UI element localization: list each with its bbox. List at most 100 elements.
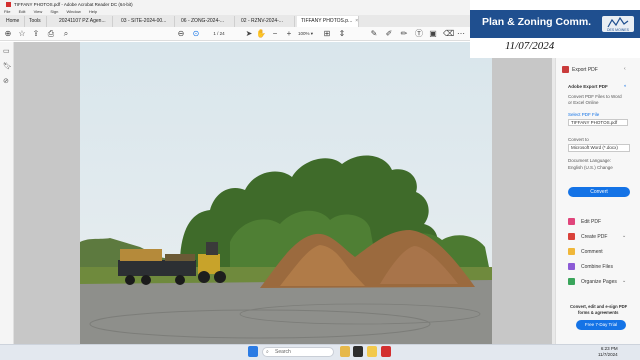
tab-zong[interactable]: 06 - ZONG-2024-... xyxy=(177,16,235,27)
window-titlebar: TIFFANY PHOTOS.pdf - Adobe Acrobat Reade… xyxy=(0,0,470,9)
menu-window[interactable]: Window xyxy=(66,9,80,14)
tool-edit-pdf[interactable]: Edit PDF xyxy=(581,219,601,225)
stamp-icon[interactable]: ▣ xyxy=(428,29,438,39)
convert-to-select[interactable]: Microsoft Word (*.docx) xyxy=(568,144,630,152)
chevron-down-icon[interactable]: ⌄ xyxy=(622,233,626,239)
tool-combine-files[interactable]: Combine Files xyxy=(581,264,613,270)
chevron-down-icon[interactable]: ⌄ xyxy=(622,278,626,284)
convert-to-label: Convert to xyxy=(568,137,589,142)
close-tab-icon[interactable]: × xyxy=(355,18,358,24)
zoom-select[interactable]: 100% ▾ xyxy=(298,30,320,38)
file-explorer-icon[interactable] xyxy=(367,346,377,357)
tab-label: Home xyxy=(6,18,20,24)
acrobat-taskbar-icon[interactable] xyxy=(381,346,391,357)
scroll-mode-icon[interactable]: ⇕ xyxy=(337,29,347,39)
next-page-icon[interactable]: ⊙ xyxy=(191,29,201,39)
taskbar-search[interactable]: ⌕ Search xyxy=(262,347,334,357)
zoom-out-icon[interactable]: − xyxy=(270,29,280,39)
comment-icon[interactable]: ✎ xyxy=(369,29,379,39)
language-value[interactable]: English (U.S.) Change xyxy=(568,165,613,170)
export-description-1: Convert PDF Files to Word xyxy=(568,94,622,99)
attachment-icon[interactable]: ⊘ xyxy=(3,77,9,85)
zoom-in-icon[interactable]: + xyxy=(284,29,294,39)
tab-tiffany-photos[interactable]: TIFFANY PHOTOS.p... × xyxy=(297,16,359,27)
tab-rznv[interactable]: 02 - RZNV-2024-... xyxy=(237,16,295,27)
fit-page-icon[interactable]: ⊞ xyxy=(322,29,332,39)
acrobat-icon xyxy=(6,1,11,7)
tab-site[interactable]: 03 - SITE-2024-00... xyxy=(117,16,175,27)
tab-label: 20241107 PZ Agen... xyxy=(59,18,106,24)
page-thumbnails-icon[interactable]: ▭ xyxy=(3,47,10,55)
create-icon[interactable]: ⊕ xyxy=(3,29,13,39)
create-pdf-icon xyxy=(568,233,575,240)
more-tools-icon[interactable]: ⋯ xyxy=(456,29,466,39)
print-icon[interactable]: ⎙ xyxy=(46,29,56,39)
system-clock[interactable]: 6:23 PM 11/7/2024 xyxy=(598,346,618,358)
tool-create-pdf[interactable]: Create PDF xyxy=(581,234,607,240)
task-view-icon[interactable] xyxy=(353,346,363,357)
convert-button-label: Convert xyxy=(590,189,608,195)
tab-tools[interactable]: Tools xyxy=(25,16,47,27)
menu-edit[interactable]: Edit xyxy=(19,9,26,14)
menu-help[interactable]: Help xyxy=(89,9,97,14)
des-moines-logo: DES MOINES xyxy=(600,14,636,34)
select-file-label: Select PDF File xyxy=(568,112,600,117)
taskbar-search-placeholder: Search xyxy=(275,349,291,355)
tool-comment[interactable]: Comment xyxy=(581,249,603,255)
free-trial-label: Free 7-Day Trial xyxy=(584,322,618,327)
comment-tool-icon xyxy=(568,248,575,255)
info-icon[interactable]: ◐ xyxy=(624,83,627,88)
promo-line-2: forms & agreements xyxy=(578,310,619,315)
pdf-page-photo xyxy=(80,42,492,344)
hand-tool-icon[interactable]: ✋ xyxy=(256,29,266,39)
logo-text: DES MOINES xyxy=(607,28,630,32)
tab-label: 03 - SITE-2024-00... xyxy=(121,18,167,24)
draw-icon[interactable]: ✏ xyxy=(399,29,409,39)
export-title: Adobe Export PDF xyxy=(568,84,608,89)
window-title: TIFFANY PHOTOS.pdf - Adobe Acrobat Reade… xyxy=(14,2,133,7)
organize-pages-icon xyxy=(568,278,575,285)
weather-icon[interactable] xyxy=(340,346,350,357)
tab-label: TIFFANY PHOTOS.p... xyxy=(301,18,353,24)
tab-label: Tools xyxy=(29,18,41,24)
tab-label: 02 - RZNV-2024-... xyxy=(241,18,283,24)
select-cursor-icon[interactable]: ➤ xyxy=(244,29,254,39)
combine-files-icon xyxy=(568,263,575,270)
page-total: / 24 xyxy=(217,31,225,36)
menu-view[interactable]: View xyxy=(34,9,43,14)
convert-button[interactable]: Convert xyxy=(568,187,630,197)
selected-file-field[interactable]: TIFFANY PHOTOS.pdf xyxy=(568,119,628,126)
tab-agenda[interactable]: 20241107 PZ Agen... xyxy=(55,16,113,27)
page-indicator[interactable]: 1 / 24 xyxy=(206,30,232,38)
export-description-2: or Excel Online xyxy=(568,100,599,105)
search-icon: ⌕ xyxy=(266,349,269,355)
yard-photo xyxy=(80,42,492,344)
export-pdf-header[interactable]: Export PDF xyxy=(572,67,598,73)
promo-line-1: Convert, edit and e-sign PDF xyxy=(570,304,628,309)
tool-organize-pages[interactable]: Organize Pages xyxy=(581,279,617,285)
tab-label: 06 - ZONG-2024-... xyxy=(181,18,225,24)
free-trial-button[interactable]: Free 7-Day Trial xyxy=(576,320,626,330)
menu-file[interactable]: File xyxy=(4,9,10,14)
tab-home[interactable]: Home xyxy=(2,16,25,27)
page-current[interactable]: 1 xyxy=(213,31,216,36)
text-icon[interactable]: Ⓣ xyxy=(414,29,424,39)
selected-file-name: TIFFANY PHOTOS.pdf xyxy=(571,120,618,125)
tab-bar: Home Tools 20241107 PZ Agen... 03 - SITE… xyxy=(0,15,470,27)
highlight-icon[interactable]: ✐ xyxy=(384,29,394,39)
search-icon[interactable]: ⌕ xyxy=(61,29,71,39)
delete-icon[interactable]: ⌫ xyxy=(443,29,454,39)
edit-pdf-icon xyxy=(568,218,575,225)
windows-start-icon[interactable] xyxy=(248,346,258,357)
tools-side-panel: Export PDF ‹ Adobe Export PDF ◐ Convert … xyxy=(555,58,640,344)
prev-page-icon[interactable]: ⊖ xyxy=(176,29,186,39)
collapse-chevron-icon[interactable]: ‹ xyxy=(624,66,626,72)
left-navigation-rail: ▭ 🔖︎ ⊘ xyxy=(0,42,14,344)
menu-sign[interactable]: Sign xyxy=(50,9,58,14)
bookmark-icon[interactable]: 🔖︎ xyxy=(3,62,12,70)
export-pdf-icon xyxy=(562,66,569,73)
star-icon[interactable]: ☆ xyxy=(17,29,27,39)
language-label: Document Language: xyxy=(568,158,612,163)
banner-date: 11/07/2024 xyxy=(505,40,555,52)
upload-icon[interactable]: ⇪ xyxy=(31,29,41,39)
